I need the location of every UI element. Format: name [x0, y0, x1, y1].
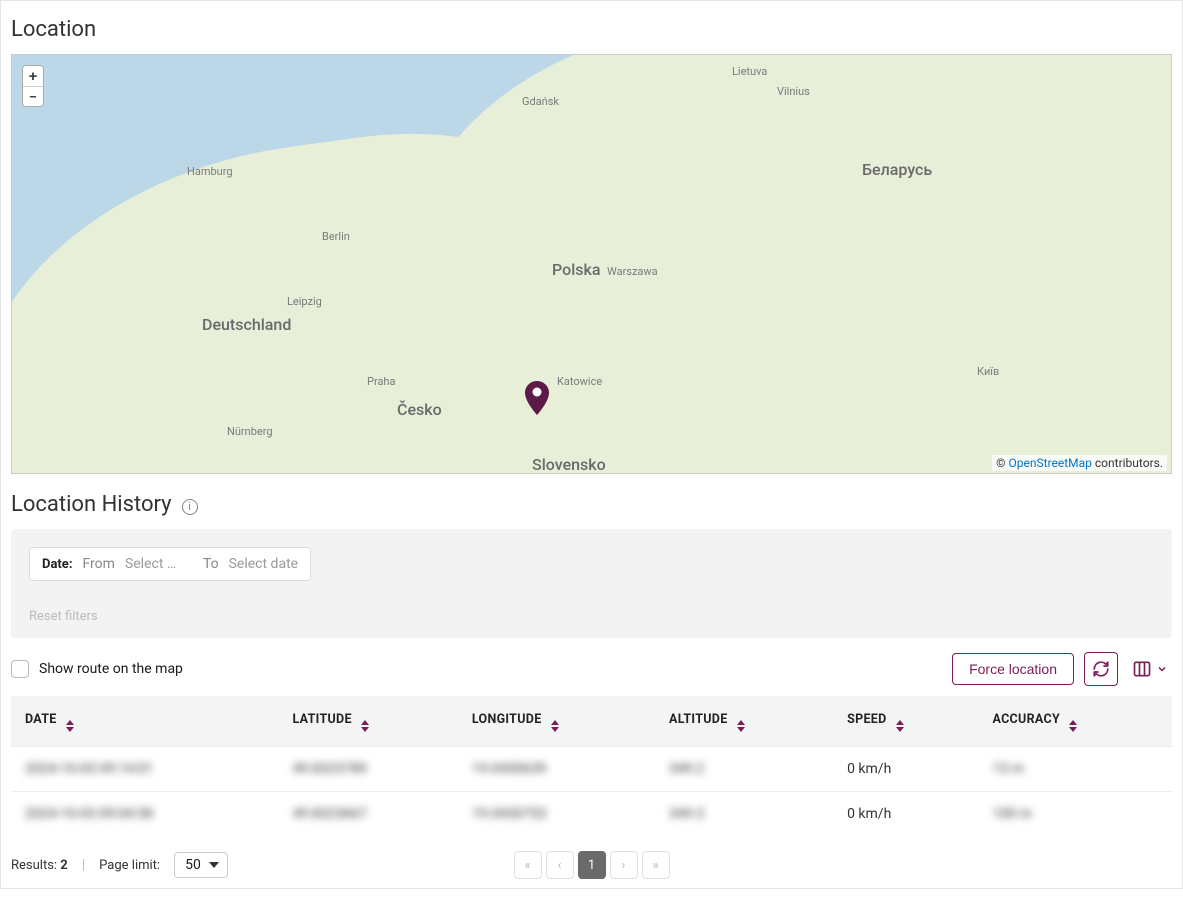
cell-speed: 0 km/h	[833, 747, 978, 792]
sort-icon[interactable]	[896, 720, 904, 732]
results-count: Results: 2	[11, 858, 68, 873]
sort-icon[interactable]	[66, 720, 74, 732]
column-header-date[interactable]: DATE	[11, 696, 279, 747]
column-header-longitude[interactable]: LONGITUDE	[458, 696, 655, 747]
map-attribution-link[interactable]: OpenStreetMap	[1009, 456, 1092, 470]
column-header-speed[interactable]: SPEED	[833, 696, 978, 747]
column-header-label: LONGITUDE	[472, 712, 542, 727]
column-header-label: DATE	[25, 712, 57, 727]
zoom-control: + −	[22, 65, 44, 107]
sort-icon[interactable]	[361, 720, 369, 732]
cell-accuracy: 13 m	[978, 747, 1172, 792]
cell-speed: 0 km/h	[833, 792, 978, 837]
filters-panel: Date: From Select … To Select date Reset…	[11, 529, 1172, 638]
page-number-button[interactable]: 1	[578, 851, 606, 879]
history-title: Location History	[11, 492, 172, 517]
sort-icon[interactable]	[1069, 720, 1077, 732]
page-limit-select[interactable]: 50	[174, 852, 228, 878]
date-from-label: From	[83, 556, 115, 572]
cell-altitude: 349.2	[655, 747, 833, 792]
column-header-label: ALTITUDE	[669, 712, 728, 727]
zoom-in-button[interactable]: +	[23, 66, 43, 86]
date-filter-label: Date:	[42, 557, 73, 572]
cell-accuracy: 100 m	[978, 792, 1172, 837]
date-to-label: To	[203, 556, 219, 572]
map-container[interactable]: Polska Deutschland Česko Slovensko Белар…	[11, 54, 1172, 474]
column-header-label: LATITUDE	[293, 712, 352, 727]
cell-latitude: 49.8323667	[279, 792, 458, 837]
show-route-checkbox[interactable]	[11, 660, 29, 678]
divider: |	[82, 857, 85, 873]
columns-icon	[1132, 659, 1152, 679]
show-route-label: Show route on the map	[39, 661, 183, 677]
table-row[interactable]: 2024-10-03 09:14:01 49.8323789 19.043063…	[11, 747, 1172, 792]
cell-longitude: 19.0430753	[458, 792, 655, 837]
prev-page-button[interactable]: ‹	[546, 851, 574, 879]
map-attribution-suffix: contributors.	[1092, 456, 1163, 470]
column-header-altitude[interactable]: ALTITUDE	[655, 696, 833, 747]
info-icon[interactable]: i	[182, 499, 198, 515]
results-label: Results:	[11, 858, 60, 873]
first-page-button[interactable]: «	[514, 851, 542, 879]
results-count-value: 2	[60, 858, 67, 873]
refresh-icon	[1092, 660, 1110, 678]
date-from-input[interactable]: Select …	[125, 556, 193, 572]
map-attribution: © OpenStreetMap contributors.	[992, 455, 1167, 471]
date-to-input[interactable]: Select date	[229, 556, 298, 572]
last-page-button[interactable]: »	[642, 851, 670, 879]
cell-altitude: 349.3	[655, 792, 833, 837]
cell-latitude: 49.8323789	[279, 747, 458, 792]
sort-icon[interactable]	[737, 720, 745, 732]
zoom-out-button[interactable]: −	[23, 86, 43, 106]
refresh-button[interactable]	[1084, 652, 1118, 686]
map-attribution-prefix: ©	[996, 456, 1008, 470]
column-header-label: ACCURACY	[992, 712, 1060, 727]
chevron-down-icon	[1156, 663, 1168, 675]
pagination: « ‹ 1 › »	[514, 851, 670, 879]
location-history-table: DATE LATITUDE LONGITUDE ALTITUDE SPEED	[11, 696, 1172, 836]
reset-filters-link[interactable]: Reset filters	[29, 609, 98, 624]
columns-button[interactable]	[1128, 659, 1172, 679]
cell-date: 2024-10-03 09:04:58	[11, 792, 279, 837]
cell-date: 2024-10-03 09:14:01	[11, 747, 279, 792]
column-header-label: SPEED	[847, 712, 886, 727]
next-page-button[interactable]: ›	[610, 851, 638, 879]
column-header-accuracy[interactable]: ACCURACY	[978, 696, 1172, 747]
page-limit-label: Page limit:	[99, 858, 160, 873]
table-row[interactable]: 2024-10-03 09:04:58 49.8323667 19.043075…	[11, 792, 1172, 837]
sort-icon[interactable]	[551, 720, 559, 732]
force-location-button[interactable]: Force location	[952, 653, 1074, 685]
date-filter: Date: From Select … To Select date	[29, 547, 311, 581]
page-title: Location	[11, 17, 1172, 42]
cell-longitude: 19.0430639	[458, 747, 655, 792]
map-land-shape	[412, 54, 1172, 474]
column-header-latitude[interactable]: LATITUDE	[279, 696, 458, 747]
